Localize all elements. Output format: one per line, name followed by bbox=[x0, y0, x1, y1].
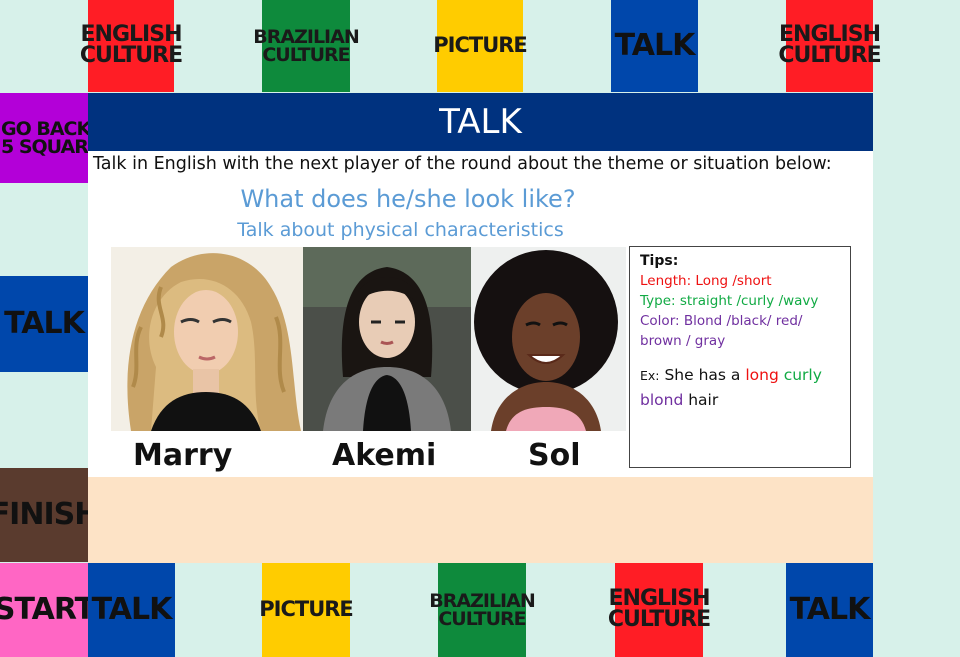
square-label: TALK bbox=[789, 591, 871, 627]
tips-box: Tips: Length: Long /short Type: straight… bbox=[629, 246, 851, 468]
square-label: PICTURE bbox=[433, 33, 528, 58]
square-label: START bbox=[0, 591, 95, 627]
square-go-back[interactable]: GO BACK 5 SQUARES bbox=[0, 93, 114, 183]
square-label: ENGLISH CULTURE bbox=[607, 586, 711, 632]
person-name-sol: Sol bbox=[528, 438, 581, 473]
example-text-end: hair bbox=[683, 391, 719, 409]
square-label: TALK bbox=[614, 27, 696, 63]
tips-title: Tips: bbox=[640, 253, 679, 269]
person-name-marry: Marry bbox=[133, 438, 233, 473]
tip-example: Ex: She has a long curly blond hair bbox=[640, 363, 840, 412]
square-label: TALK bbox=[91, 591, 173, 627]
card-instruction: Talk in English with the next player of … bbox=[93, 154, 832, 174]
square-label: ENGLISH CULTURE bbox=[778, 22, 881, 68]
example-prefix: Ex: bbox=[640, 368, 660, 383]
photo-akemi bbox=[303, 247, 471, 431]
example-word-curly: curly bbox=[778, 366, 822, 384]
square-label: PICTURE bbox=[259, 597, 354, 622]
square-label: BRAZILIAN CULTURE bbox=[429, 589, 535, 630]
board-path-strip bbox=[88, 477, 873, 563]
talk-card: TALK Talk in English with the next playe… bbox=[88, 93, 873, 477]
person-name-akemi: Akemi bbox=[332, 438, 437, 473]
square-talk[interactable]: TALK bbox=[0, 276, 88, 372]
square-english-culture[interactable]: ENGLISH CULTURE bbox=[778, 0, 882, 92]
portrait-blond-curly-image bbox=[111, 247, 303, 431]
square-picture[interactable]: PICTURE bbox=[433, 0, 528, 92]
square-picture[interactable]: PICTURE bbox=[259, 563, 354, 657]
example-text: She has a bbox=[659, 366, 746, 384]
card-subquestion: Talk about physical characteristics bbox=[237, 219, 564, 241]
photo-marry bbox=[111, 247, 303, 431]
square-start[interactable]: START bbox=[0, 563, 95, 657]
square-label: TALK bbox=[4, 305, 85, 341]
card-title: TALK bbox=[88, 93, 873, 151]
square-label: BRAZILIAN CULTURE bbox=[253, 25, 359, 66]
square-english-culture[interactable]: ENGLISH CULTURE bbox=[608, 563, 711, 657]
tip-length: Length: Long /short bbox=[640, 273, 772, 289]
portrait-dark-straight-image bbox=[303, 247, 471, 431]
square-talk[interactable]: TALK bbox=[611, 0, 698, 92]
tip-type: Type: straight /curly /wavy bbox=[640, 293, 819, 309]
example-word-long: long bbox=[745, 366, 779, 384]
square-brazilian-culture[interactable]: BRAZILIAN CULTURE bbox=[429, 563, 536, 657]
square-talk[interactable]: TALK bbox=[786, 563, 873, 657]
portrait-black-curly-image bbox=[471, 247, 626, 431]
square-english-culture[interactable]: ENGLISH CULTURE bbox=[80, 0, 183, 92]
square-talk[interactable]: TALK bbox=[88, 563, 175, 657]
square-finish[interactable]: FINISH bbox=[0, 468, 99, 562]
square-label: FINISH bbox=[0, 496, 99, 532]
tip-color: Color: Blond /black/ red/ bbox=[640, 313, 803, 329]
example-word-blond: blond bbox=[640, 391, 684, 409]
photo-sol bbox=[471, 247, 626, 431]
square-label: ENGLISH CULTURE bbox=[79, 22, 183, 68]
square-brazilian-culture[interactable]: BRAZILIAN CULTURE bbox=[253, 0, 360, 92]
tip-color-cont: brown / gray bbox=[640, 333, 726, 349]
card-question: What does he/she look like? bbox=[240, 185, 576, 213]
